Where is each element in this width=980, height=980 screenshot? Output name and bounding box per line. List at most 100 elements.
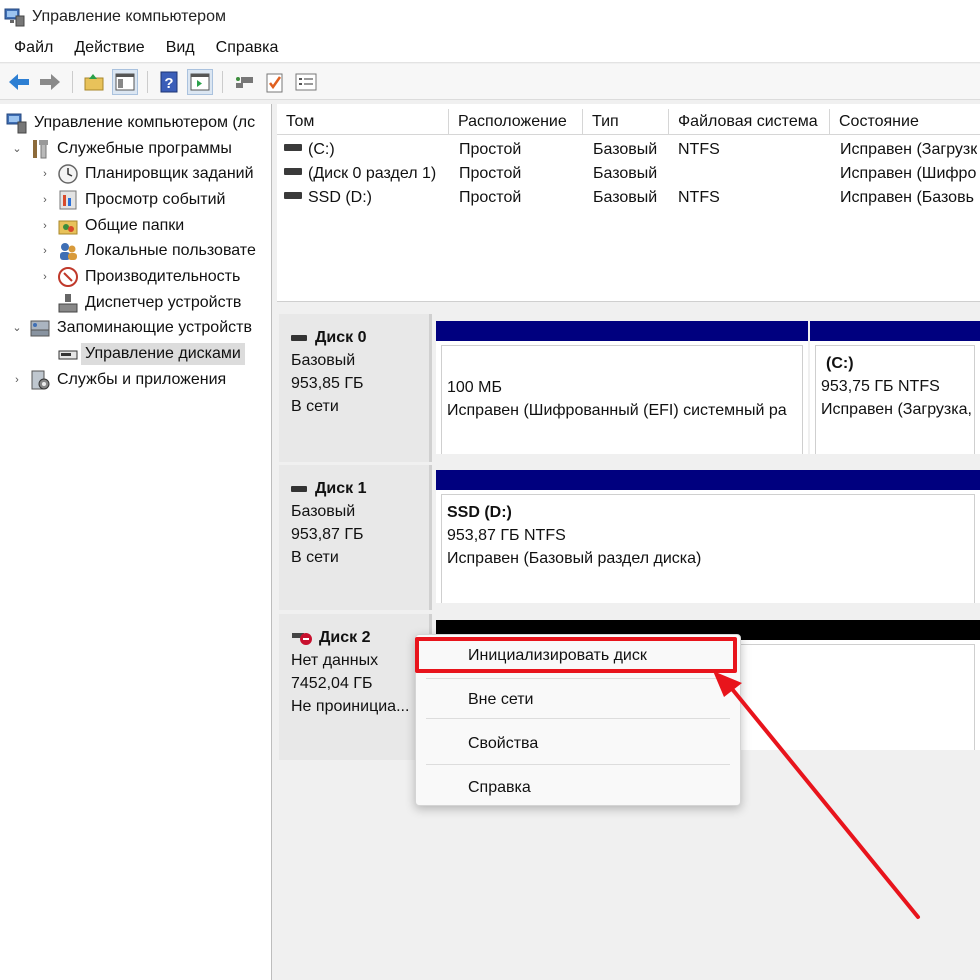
chevron-down-icon[interactable]: ⌄ bbox=[10, 142, 24, 155]
disk-2-label[interactable]: Диск 2 Нет данных 7452,04 ГБ Не проиници… bbox=[279, 614, 432, 760]
chevron-right-icon[interactable]: › bbox=[38, 220, 52, 232]
tree-item-disk-management[interactable]: Управление дисками bbox=[57, 341, 245, 366]
toolbar-separator bbox=[147, 70, 148, 93]
tree-item-root[interactable]: Управление компьютером (лс bbox=[6, 110, 255, 135]
storage-icon bbox=[29, 317, 51, 339]
help-icon[interactable]: ? bbox=[156, 69, 182, 95]
layout-cell: Простой bbox=[459, 165, 522, 182]
partition-status: Исправен (Шифрованный (EFI) системный ра bbox=[447, 402, 787, 419]
disk-0-label[interactable]: Диск 0 Базовый 953,85 ГБ В сети bbox=[279, 314, 432, 462]
disk-error-icon bbox=[291, 630, 313, 646]
partition-status: Исправен (Загрузка, bbox=[821, 401, 972, 418]
disk-size: 7452,04 ГБ bbox=[291, 675, 373, 692]
partition-bar bbox=[436, 470, 980, 490]
partition-size: 953,75 ГБ NTFS bbox=[821, 378, 940, 395]
drive-icon bbox=[284, 192, 302, 200]
menu-view[interactable]: Вид bbox=[159, 39, 202, 57]
status-cell: Исправен (Базовь bbox=[840, 189, 974, 206]
disk-management-pane: Том Расположение Тип Файловая система Со… bbox=[277, 104, 980, 980]
menu-bar: Файл Действие Вид Справка bbox=[0, 33, 980, 63]
partition-status: Исправен (Базовый раздел диска) bbox=[447, 550, 702, 567]
menu-separator bbox=[426, 678, 730, 679]
table-row[interactable]: (Диск 0 раздел 1) Простой Базовый Исправ… bbox=[277, 162, 980, 186]
properties-icon[interactable] bbox=[293, 69, 319, 95]
check-icon[interactable] bbox=[262, 69, 288, 95]
type-cell: Базовый bbox=[593, 189, 658, 206]
menu-file[interactable]: Файл bbox=[7, 39, 60, 57]
partition-body: 100 МБ Исправен (Шифрованный (EFI) систе… bbox=[441, 345, 803, 454]
forward-icon[interactable] bbox=[37, 69, 63, 95]
tree-item-device-manager[interactable]: Диспетчер устройств bbox=[57, 290, 241, 315]
chevron-right-icon[interactable]: › bbox=[38, 194, 52, 206]
chevron-right-icon[interactable]: › bbox=[38, 271, 52, 283]
partition-label: SSD (D:) bbox=[447, 504, 512, 521]
disk-1-label[interactable]: Диск 1 Базовый 953,87 ГБ В сети bbox=[279, 465, 432, 610]
partition-c[interactable]: (C:) 953,75 ГБ NTFS Исправен (Загрузка, bbox=[810, 321, 980, 454]
layout-cell: Простой bbox=[459, 189, 522, 206]
menu-item-initialize-disk[interactable]: Инициализировать диск bbox=[416, 640, 740, 672]
column-header-type[interactable]: Тип bbox=[583, 109, 669, 135]
file-system-cell: NTFS bbox=[678, 141, 720, 158]
column-header-layout[interactable]: Расположение bbox=[449, 109, 583, 135]
menu-item-offline[interactable]: Вне сети bbox=[416, 684, 740, 716]
performance-icon bbox=[57, 266, 79, 288]
title-bar: Управление компьютером bbox=[0, 0, 980, 33]
window-title: Управление компьютером bbox=[32, 7, 226, 25]
tree-item-task-scheduler[interactable]: › Планировщик заданий bbox=[38, 161, 254, 186]
tree-item-event-viewer[interactable]: › Просмотр событий bbox=[38, 187, 225, 212]
disk-type: Базовый bbox=[291, 503, 356, 520]
chevron-down-icon[interactable]: ⌄ bbox=[10, 321, 24, 334]
table-row[interactable]: (C:) Простой Базовый NTFS Исправен (Загр… bbox=[277, 138, 980, 162]
tree-label: Диспетчер устройств bbox=[85, 293, 242, 311]
event-viewer-icon bbox=[57, 189, 79, 211]
tree-item-shared-folders[interactable]: › Общие папки bbox=[38, 213, 184, 238]
tree-item-system-tools[interactable]: ⌄ Служебные программы bbox=[10, 136, 232, 161]
chevron-right-icon[interactable]: › bbox=[10, 374, 24, 386]
shared-folder-icon bbox=[57, 215, 79, 237]
up-folder-icon[interactable] bbox=[81, 69, 107, 95]
tree-item-local-users[interactable]: › Локальные пользовате bbox=[38, 238, 256, 263]
back-icon[interactable] bbox=[6, 69, 32, 95]
connect-icon[interactable] bbox=[231, 69, 257, 95]
clock-icon bbox=[57, 163, 79, 185]
tree-item-storage[interactable]: ⌄ Запоминающие устройств bbox=[10, 315, 252, 340]
status-cell: Исправен (Загрузк bbox=[840, 141, 978, 158]
show-hide-action-pane-icon[interactable] bbox=[187, 68, 213, 95]
tree-item-performance[interactable]: › Производительность bbox=[38, 264, 240, 289]
disk-type: Базовый bbox=[291, 352, 356, 369]
column-header-status[interactable]: Состояние bbox=[830, 109, 980, 135]
tree-label: Служебные программы bbox=[57, 139, 232, 157]
menu-help[interactable]: Справка bbox=[209, 39, 286, 57]
tree-item-services[interactable]: › Службы и приложения bbox=[10, 367, 226, 392]
column-header-volume[interactable]: Том bbox=[277, 109, 449, 135]
context-menu: Инициализировать диск Вне сети Свойства … bbox=[415, 634, 741, 806]
menu-action[interactable]: Действие bbox=[67, 39, 151, 57]
tree-label: Локальные пользовате bbox=[85, 241, 256, 259]
volume-list: Том Расположение Тип Файловая система Со… bbox=[277, 104, 980, 302]
disk-size: 953,87 ГБ bbox=[291, 526, 364, 543]
disk-name: Диск 2 bbox=[291, 626, 429, 649]
tools-icon bbox=[29, 138, 51, 160]
show-hide-tree-icon[interactable] bbox=[112, 68, 138, 95]
menu-item-help[interactable]: Справка bbox=[416, 772, 740, 804]
disk-icon bbox=[291, 334, 307, 341]
column-header-file-system[interactable]: Файловая система bbox=[669, 109, 830, 135]
volume-cell: SSD (D:) bbox=[284, 189, 372, 207]
partition-d[interactable]: SSD (D:) 953,87 ГБ NTFS Исправен (Базовы… bbox=[436, 470, 980, 603]
disk-icon bbox=[291, 485, 307, 492]
chevron-right-icon[interactable]: › bbox=[38, 168, 52, 180]
services-icon bbox=[29, 369, 51, 391]
disk-name: Диск 1 bbox=[291, 477, 429, 500]
partition-size: 953,87 ГБ NTFS bbox=[447, 527, 566, 544]
partition-bar bbox=[810, 321, 980, 341]
drive-icon bbox=[284, 144, 302, 152]
menu-item-properties[interactable]: Свойства bbox=[416, 728, 740, 760]
volume-list-header: Том Расположение Тип Файловая система Со… bbox=[277, 109, 980, 135]
drive-icon bbox=[284, 168, 302, 176]
menu-separator bbox=[426, 718, 730, 719]
partition-efi[interactable]: 100 МБ Исправен (Шифрованный (EFI) систе… bbox=[436, 321, 808, 454]
chevron-right-icon[interactable]: › bbox=[38, 245, 52, 257]
partition-label: (C:) bbox=[826, 355, 854, 372]
tree-label: Производительность bbox=[85, 267, 241, 285]
table-row[interactable]: SSD (D:) Простой Базовый NTFS Исправен (… bbox=[277, 186, 980, 210]
